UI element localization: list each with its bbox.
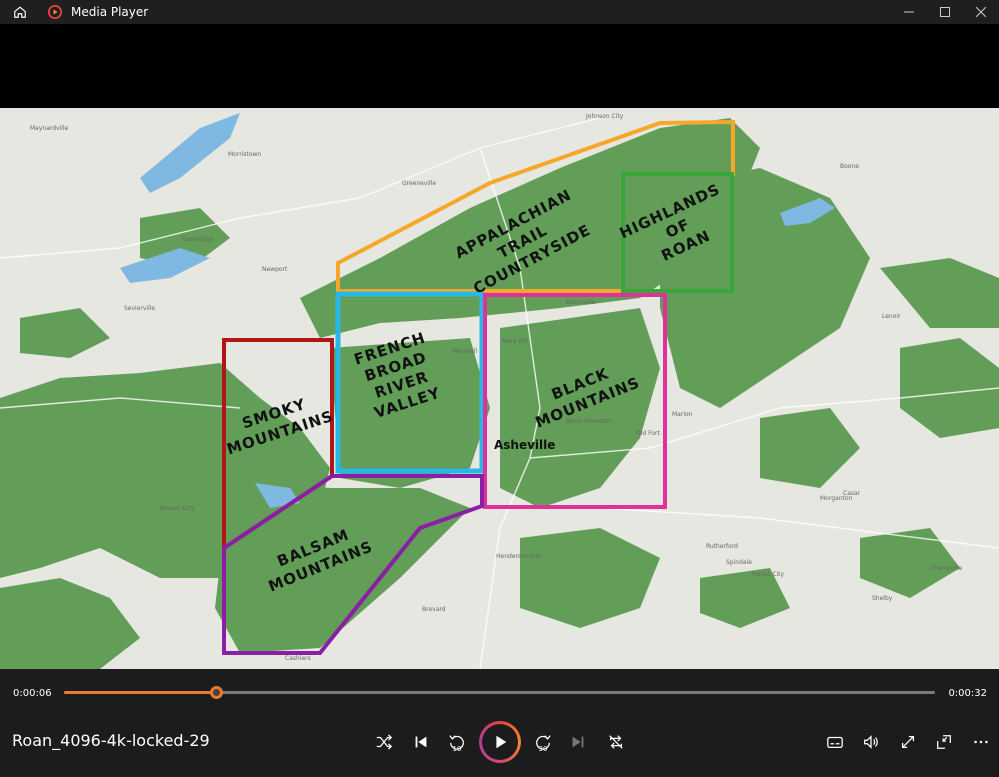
shuffle-icon	[376, 734, 393, 750]
place-hendersonville: Hendersonville	[496, 553, 541, 560]
maximize-button[interactable]	[927, 0, 963, 24]
seek-bar-progress	[64, 691, 217, 694]
place-spindale: Spindale	[726, 559, 752, 566]
place-rutherford: Rutherford	[706, 543, 738, 550]
close-icon	[976, 7, 986, 17]
mini-player-icon	[937, 735, 951, 749]
map-image: Johnson City Greeneville Morristown Newp…	[0, 108, 999, 669]
place-marshall: Marshall	[452, 348, 478, 355]
seek-bar-thumb[interactable]	[209, 686, 223, 699]
place-boone: Boone	[840, 163, 859, 170]
place-lenoir: Lenoir	[882, 313, 901, 320]
previous-button[interactable]	[409, 730, 433, 754]
place-maynardville: Maynardville	[30, 125, 69, 132]
skip-forward-seconds: 30	[538, 745, 548, 753]
place-cherryville: Cherryville	[930, 565, 963, 572]
captions-button[interactable]	[823, 730, 847, 754]
place-brevard: Brevard	[422, 606, 446, 613]
current-time: 0:00:06	[13, 688, 52, 699]
fullscreen-icon	[901, 735, 915, 749]
play-icon	[496, 735, 507, 749]
home-icon[interactable]	[11, 3, 29, 21]
place-burnsville: Burnsville	[566, 299, 596, 306]
asheville-label: Asheville	[494, 438, 555, 452]
mini-player-button[interactable]	[932, 730, 956, 754]
captions-icon	[827, 736, 843, 749]
close-button[interactable]	[963, 0, 999, 24]
place-shelby: Shelby	[872, 595, 893, 602]
repeat-icon	[609, 735, 623, 749]
place-old-fort: Old Fort	[636, 430, 660, 437]
skip-back-seconds: 10	[452, 745, 462, 753]
place-mars-hill: Mars Hill	[502, 338, 528, 345]
volume-button[interactable]	[859, 730, 883, 754]
place-marion: Marion	[672, 411, 693, 418]
skip-back-button[interactable]: 10	[445, 730, 469, 754]
minimize-button[interactable]	[891, 0, 927, 24]
next-icon	[572, 736, 584, 748]
media-title: Roan_4096-4k-locked-29	[12, 731, 210, 750]
place-cashiers: Cashiers	[285, 655, 311, 662]
video-frame[interactable]: Johnson City Greeneville Morristown Newp…	[0, 108, 999, 669]
place-morristown: Morristown	[228, 151, 261, 158]
shuffle-button[interactable]	[372, 730, 396, 754]
play-button[interactable]	[479, 721, 521, 763]
letterbox-top	[0, 24, 999, 108]
title-bar: Media Player	[0, 0, 999, 24]
place-newport: Newport	[262, 266, 288, 273]
fullscreen-button[interactable]	[896, 730, 920, 754]
previous-icon	[415, 736, 427, 748]
repeat-button[interactable]	[604, 730, 628, 754]
minimize-icon	[904, 11, 914, 13]
maximize-icon	[940, 7, 950, 17]
more-options-icon	[974, 740, 988, 744]
place-sevierville: Sevierville	[124, 305, 155, 312]
skip-forward-button[interactable]: 30	[531, 730, 555, 754]
place-greeneville: Greeneville	[402, 180, 436, 187]
place-bryson-city: Bryson City	[160, 505, 195, 512]
seek-bar[interactable]	[64, 686, 935, 699]
place-black-mountain: Black Mountain	[566, 418, 612, 425]
media-player-app-icon	[48, 5, 62, 19]
place-forest-city: Forest City	[752, 571, 785, 578]
total-time: 0:00:32	[948, 688, 987, 699]
next-button[interactable]	[566, 730, 590, 754]
place-casar: Casar	[843, 490, 861, 497]
place-johnson-city: Johnson City	[585, 113, 624, 120]
volume-icon	[864, 735, 878, 749]
place-dandridge: Dandridge	[182, 236, 214, 243]
more-options-button[interactable]	[969, 730, 993, 754]
window-title: Media Player	[71, 5, 149, 19]
playback-controls: 0:00:06 0:00:32 Roan_4096-4k-locked-29 1…	[0, 669, 999, 777]
